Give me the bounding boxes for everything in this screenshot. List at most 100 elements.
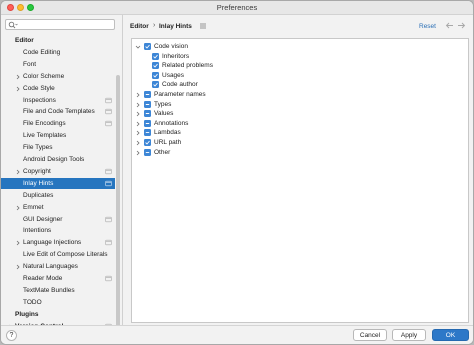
- checkbox-checked-icon[interactable]: [152, 71, 159, 79]
- chevron-down-icon[interactable]: [135, 44, 141, 50]
- sidebar-item-plugins[interactable]: Plugins: [1, 309, 115, 321]
- hint-row-lambdas[interactable]: Lambdas: [132, 128, 462, 138]
- checkbox-partial-icon[interactable]: [144, 129, 151, 137]
- sidebar-item-live-templates[interactable]: Live Templates: [1, 130, 115, 142]
- hint-label: Lambdas: [154, 129, 181, 137]
- project-scope-icon: [105, 275, 112, 282]
- chevron-right-icon[interactable]: [135, 102, 141, 108]
- breadcrumb-page: Inlay Hints: [159, 23, 192, 30]
- sidebar-item-todo[interactable]: TODO: [1, 297, 115, 309]
- sidebar-item-live-edit-of-compose-literals[interactable]: Live Edit of Compose Literals: [1, 249, 115, 261]
- breadcrumb-section[interactable]: Editor: [130, 23, 149, 30]
- checkbox-checked-icon[interactable]: [152, 52, 159, 60]
- sidebar-item-inspections[interactable]: Inspections: [1, 95, 115, 107]
- chevron-right-icon[interactable]: [15, 205, 21, 211]
- settings-content: Editor › Inlay Hints Reset Code vision In…: [123, 15, 473, 325]
- hint-row-types[interactable]: Types: [132, 100, 462, 110]
- chevron-right-icon[interactable]: [135, 150, 141, 156]
- sidebar-item-natural-languages[interactable]: Natural Languages: [1, 261, 115, 273]
- search-icon[interactable]: [8, 21, 18, 29]
- sidebar-item-label: Font: [23, 60, 37, 68]
- sidebar-scrollbar[interactable]: [116, 75, 120, 340]
- sidebar-item-reader-mode[interactable]: Reader Mode: [1, 273, 115, 285]
- hint-row-usages[interactable]: Usages: [132, 71, 462, 81]
- ok-button[interactable]: OK: [432, 329, 469, 341]
- checkbox-checked-icon[interactable]: [144, 139, 151, 146]
- chevron-right-icon[interactable]: [15, 264, 21, 270]
- chevron-right-icon[interactable]: [135, 121, 141, 127]
- project-scope-icon: [105, 180, 112, 186]
- sidebar-item-intentions[interactable]: Intentions: [1, 225, 115, 237]
- hint-label: Code author: [162, 81, 198, 89]
- hint-label: Values: [154, 110, 174, 118]
- hint-row-other[interactable]: Other: [132, 148, 462, 158]
- checkbox-checked-icon[interactable]: [152, 81, 159, 89]
- sidebar-item-label: TextMate Bundles: [23, 286, 75, 294]
- cancel-button[interactable]: Cancel: [353, 329, 387, 341]
- preferences-window: Preferences Editor Code Editing Font Color …: [0, 0, 474, 345]
- settings-search-input[interactable]: [5, 19, 115, 30]
- sidebar-item-label: Reader Mode: [23, 275, 63, 282]
- sidebar-item-inlay-hints[interactable]: Inlay Hints: [1, 177, 115, 190]
- sidebar-item-font[interactable]: Font: [1, 59, 115, 71]
- chevron-right-icon[interactable]: [15, 169, 21, 175]
- back-arrow-icon[interactable]: [445, 21, 454, 30]
- chevron-right-icon[interactable]: [135, 140, 141, 146]
- breadcrumb-separator: ›: [153, 22, 156, 29]
- chevron-right-icon[interactable]: [15, 74, 21, 80]
- sidebar-item-file-types[interactable]: File Types: [1, 142, 115, 154]
- sidebar-item-textmate-bundles[interactable]: TextMate Bundles: [1, 285, 115, 297]
- chevron-right-icon[interactable]: [15, 86, 21, 92]
- checkbox-partial-icon[interactable]: [144, 91, 151, 98]
- sidebar-item-editor[interactable]: Editor: [1, 35, 115, 47]
- sidebar-item-label: File Encodings: [23, 120, 66, 128]
- hint-label: Usages: [162, 71, 185, 79]
- sidebar-item-language-injections[interactable]: Language Injections: [1, 237, 115, 249]
- project-scope-icon: [105, 240, 112, 246]
- sidebar-item-copyright[interactable]: Copyright: [1, 166, 115, 178]
- hint-row-annotations[interactable]: Annotations: [132, 119, 462, 129]
- checkbox-partial-icon[interactable]: [144, 110, 151, 118]
- hint-row-url-path[interactable]: URL path: [132, 138, 462, 148]
- checkbox-partial-icon[interactable]: [144, 148, 151, 156]
- checkbox-partial-icon[interactable]: [144, 119, 151, 127]
- menu-lines-icon[interactable]: [199, 22, 207, 30]
- sidebar-item-label: Inspections: [23, 96, 56, 104]
- sidebar-item-label: Color Scheme: [23, 72, 65, 80]
- sidebar-item-label: Editor: [15, 37, 34, 44]
- apply-button[interactable]: Apply: [392, 329, 426, 341]
- chevron-right-icon[interactable]: [15, 240, 21, 246]
- sidebar-item-label: Live Edit of Compose Literals: [23, 251, 108, 259]
- checkbox-partial-icon[interactable]: [144, 100, 151, 108]
- checkbox-checked-icon[interactable]: [152, 62, 159, 70]
- chevron-right-icon[interactable]: [135, 111, 141, 117]
- sidebar-item-gui-designer[interactable]: GUI Designer: [1, 214, 115, 226]
- sidebar-item-duplicates[interactable]: Duplicates: [1, 190, 115, 202]
- chevron-right-icon[interactable]: [135, 92, 141, 98]
- sidebar-item-emmet[interactable]: Emmet: [1, 202, 115, 214]
- hint-row-code-author[interactable]: Code author: [132, 80, 462, 90]
- hint-label: Parameter names: [154, 91, 206, 98]
- inlay-hints-tree-panel: Code vision Inheritors Related problems Usa…: [131, 38, 469, 323]
- hint-label: Related problems: [162, 62, 213, 70]
- sidebar-item-code-style[interactable]: Code Style: [1, 83, 115, 95]
- sidebar-item-label: Plugins: [15, 310, 39, 318]
- sidebar-item-label: Natural Languages: [23, 263, 78, 271]
- hint-row-related-problems[interactable]: Related problems: [132, 61, 462, 71]
- chevron-right-icon[interactable]: [135, 130, 141, 136]
- help-button[interactable]: ?: [6, 330, 17, 341]
- sidebar-item-file-encodings[interactable]: File Encodings: [1, 118, 115, 130]
- sidebar-item-android-design-tools[interactable]: Android Design Tools: [1, 154, 115, 166]
- hint-row-code-vision[interactable]: Code vision: [132, 42, 462, 52]
- sidebar-item-label: GUI Designer: [23, 215, 63, 223]
- sidebar-item-code-editing[interactable]: Code Editing: [1, 47, 115, 59]
- checkbox-checked-icon[interactable]: [144, 43, 151, 50]
- sidebar-item-file-and-code-templates[interactable]: File and Code Templates: [1, 106, 115, 118]
- forward-arrow-icon[interactable]: [457, 21, 466, 30]
- sidebar-item-color-scheme[interactable]: Color Scheme: [1, 71, 115, 83]
- hint-row-parameter-names[interactable]: Parameter names: [132, 90, 462, 100]
- sidebar-item-label: Duplicates: [23, 191, 54, 199]
- hint-row-inheritors[interactable]: Inheritors: [132, 52, 462, 62]
- hint-row-values[interactable]: Values: [132, 109, 462, 119]
- reset-link[interactable]: Reset: [419, 23, 436, 30]
